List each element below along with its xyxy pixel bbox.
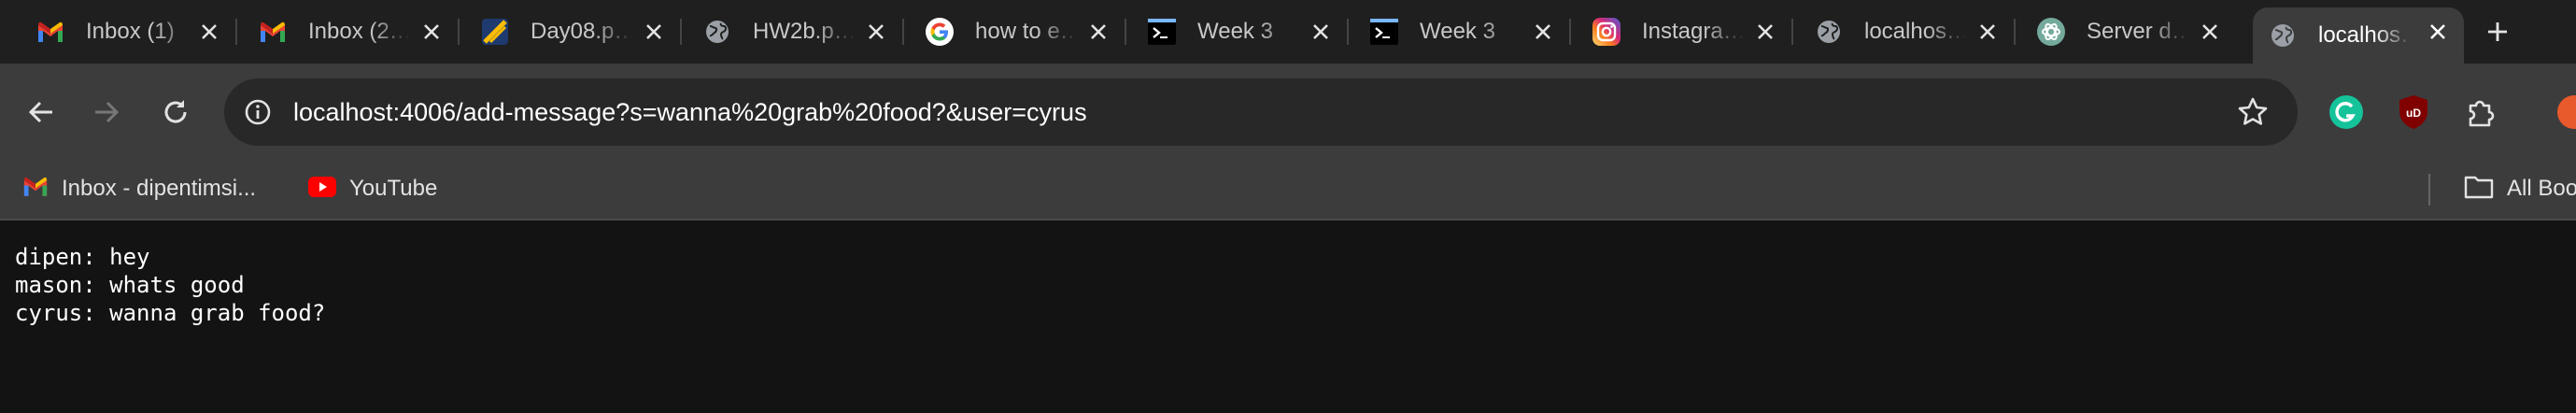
- tab-separator: [235, 19, 237, 45]
- tab-separator: [1791, 19, 1793, 45]
- folder-icon: [2464, 175, 2494, 204]
- close-icon[interactable]: [1308, 19, 1334, 45]
- tab-strip: Inbox (1) Inbox (2… Day08.p… HW2b.p… how…: [0, 0, 2576, 64]
- close-icon[interactable]: [1530, 19, 1556, 45]
- plus-icon: [2488, 22, 2507, 41]
- tab-title: Instagra…: [1642, 19, 1745, 44]
- reload-button[interactable]: [153, 90, 198, 135]
- tab-separator: [902, 19, 904, 45]
- tab-week-3-b[interactable]: Week 3: [1354, 7, 1571, 56]
- extensions-puzzle-icon[interactable]: [2462, 93, 2499, 131]
- grammarly-extension-icon[interactable]: [2328, 93, 2365, 131]
- tab-how-to[interactable]: how to e…: [910, 7, 1126, 56]
- tab-separator: [1125, 19, 1126, 45]
- tab-separator: [680, 19, 682, 45]
- tab-inbox-1[interactable]: Inbox (1): [21, 7, 237, 56]
- all-bookmarks-label: All Boo: [2507, 176, 2576, 201]
- close-icon[interactable]: [641, 19, 667, 45]
- close-icon[interactable]: [2197, 19, 2223, 45]
- tab-title: localhos…: [1864, 19, 1967, 44]
- tab-localhost-active[interactable]: localhos…: [2253, 7, 2464, 64]
- close-icon[interactable]: [1752, 19, 1778, 45]
- forward-button[interactable]: [84, 90, 129, 135]
- terminal-icon: [1147, 17, 1177, 47]
- tab-week-3-a[interactable]: Week 3: [1132, 7, 1349, 56]
- bookmark-youtube[interactable]: YouTube: [308, 170, 437, 207]
- tab-day08[interactable]: Day08.p…: [465, 7, 682, 56]
- tab-title: localhos…: [2318, 22, 2412, 48]
- tab-separator: [1347, 19, 1349, 45]
- bookmark-label: YouTube: [349, 176, 438, 201]
- close-icon[interactable]: [863, 19, 889, 45]
- svg-text:uD: uD: [2406, 107, 2421, 120]
- bookmark-star-icon[interactable]: [2236, 95, 2270, 129]
- tab-title: Server d…: [2087, 19, 2189, 44]
- gmail-icon: [35, 17, 65, 47]
- tab-title: Inbox (1): [86, 19, 175, 44]
- back-button[interactable]: [19, 90, 64, 135]
- arrow-left-icon: [28, 101, 52, 123]
- reload-icon: [164, 100, 187, 123]
- globe-icon: [2268, 21, 2298, 50]
- tab-title: Week 3: [1197, 19, 1273, 44]
- google-icon: [925, 17, 955, 47]
- profile-avatar[interactable]: [2555, 93, 2576, 131]
- youtube-icon: [308, 176, 336, 202]
- tab-title: Day08.p…: [531, 19, 633, 44]
- page-content: dipen: hey mason: whats good cyrus: wanna …: [0, 221, 2576, 413]
- tab-title: Inbox (2…: [308, 19, 411, 44]
- close-icon[interactable]: [418, 19, 445, 45]
- tab-hw2b[interactable]: HW2b.p…: [687, 7, 904, 56]
- tab-separator: [458, 19, 460, 45]
- chatgpt-icon: [2036, 17, 2066, 47]
- tab-localhost-a[interactable]: localhos…: [1799, 7, 2016, 56]
- ublock-extension-icon[interactable]: uD: [2395, 93, 2432, 131]
- globe-icon: [1814, 17, 1844, 47]
- tab-title: HW2b.p…: [753, 19, 856, 44]
- message-log: dipen: hey mason: whats good cyrus: wanna …: [15, 243, 325, 327]
- terminal-icon: [1369, 17, 1399, 47]
- tab-separator: [2014, 19, 2016, 45]
- tab-inbox-2[interactable]: Inbox (2…: [243, 7, 460, 56]
- message-line: cyrus: wanna grab food?: [15, 300, 326, 326]
- tab-title: how to e…: [975, 19, 1078, 44]
- message-line: dipen: hey: [15, 244, 150, 270]
- close-icon[interactable]: [196, 19, 222, 45]
- slides-icon: [480, 17, 510, 47]
- bookmark-inbox[interactable]: Inbox - dipentimsi...: [22, 170, 256, 207]
- tab-server[interactable]: Server d…: [2021, 7, 2236, 56]
- address-bar[interactable]: localhost:4006/add-message?s=wanna%20gra…: [224, 78, 2298, 146]
- close-icon[interactable]: [1085, 19, 1111, 45]
- bookmarks-bar: Inbox - dipentimsi... YouTube All Boo: [0, 161, 2576, 221]
- close-icon[interactable]: [2425, 19, 2451, 45]
- new-tab-button[interactable]: [2477, 13, 2518, 50]
- tab-title: Week 3: [1420, 19, 1495, 44]
- bookmarks-separator: [2428, 174, 2430, 206]
- instagram-icon: [1592, 17, 1621, 47]
- close-icon[interactable]: [1974, 19, 2001, 45]
- tab-separator: [1569, 19, 1571, 45]
- bookmark-label: Inbox - dipentimsi...: [62, 176, 257, 201]
- globe-icon: [702, 17, 732, 47]
- all-bookmarks-button[interactable]: All Boo: [2464, 170, 2576, 207]
- message-line: mason: whats good: [15, 272, 245, 298]
- site-info-icon[interactable]: [241, 95, 275, 129]
- gmail-icon: [258, 17, 288, 47]
- arrow-right-icon: [95, 101, 120, 123]
- tab-instagram[interactable]: Instagra…: [1577, 7, 1793, 56]
- url-text[interactable]: localhost:4006/add-message?s=wanna%20gra…: [293, 78, 1087, 146]
- browser-toolbar: localhost:4006/add-message?s=wanna%20gra…: [0, 64, 2576, 161]
- gmail-icon: [22, 177, 49, 201]
